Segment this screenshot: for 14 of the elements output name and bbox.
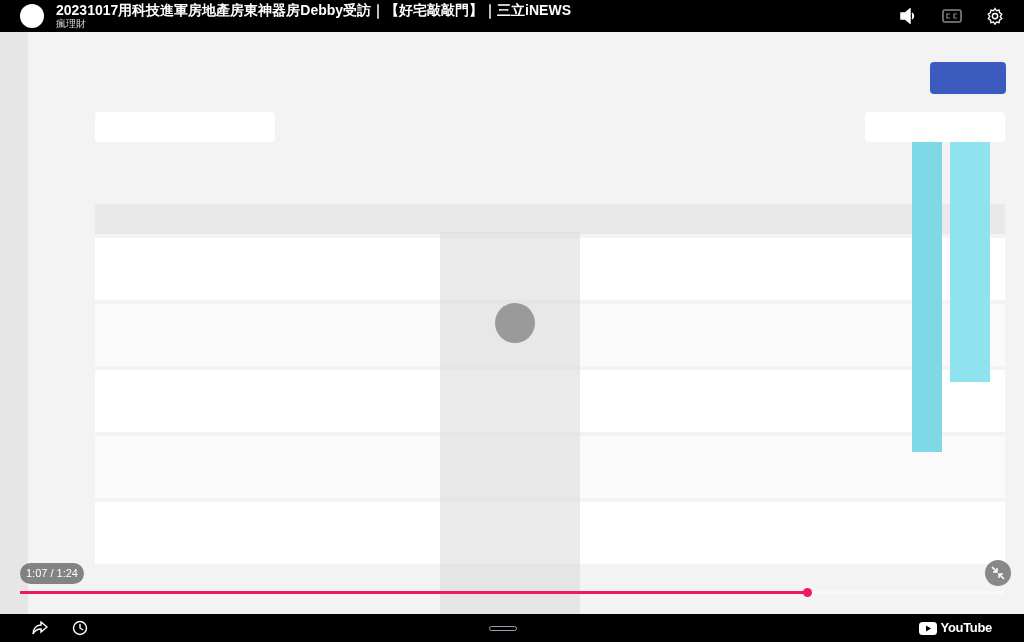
logo-text: YouTube: [940, 619, 992, 638]
settings-icon[interactable]: [986, 7, 1004, 25]
clock-icon[interactable]: [72, 620, 88, 636]
share-icon[interactable]: [32, 621, 48, 635]
progress-handle[interactable]: [803, 588, 813, 597]
captions-icon[interactable]: [942, 9, 962, 23]
channel-name[interactable]: 瘋理財: [56, 18, 888, 30]
collapse-icon[interactable]: [985, 560, 1011, 586]
play-logo-icon: [918, 621, 937, 635]
video-title[interactable]: 20231017用科技進軍房地產房東神器房Debby受訪｜【好宅敲敲門】｜三立iNEWS: [56, 2, 888, 18]
youtube-logo[interactable]: YouTube: [918, 618, 992, 638]
progress-track[interactable]: [20, 591, 1004, 594]
time-label: 1:07 / 1:24: [20, 563, 84, 584]
channel-avatar[interactable]: [20, 4, 44, 28]
